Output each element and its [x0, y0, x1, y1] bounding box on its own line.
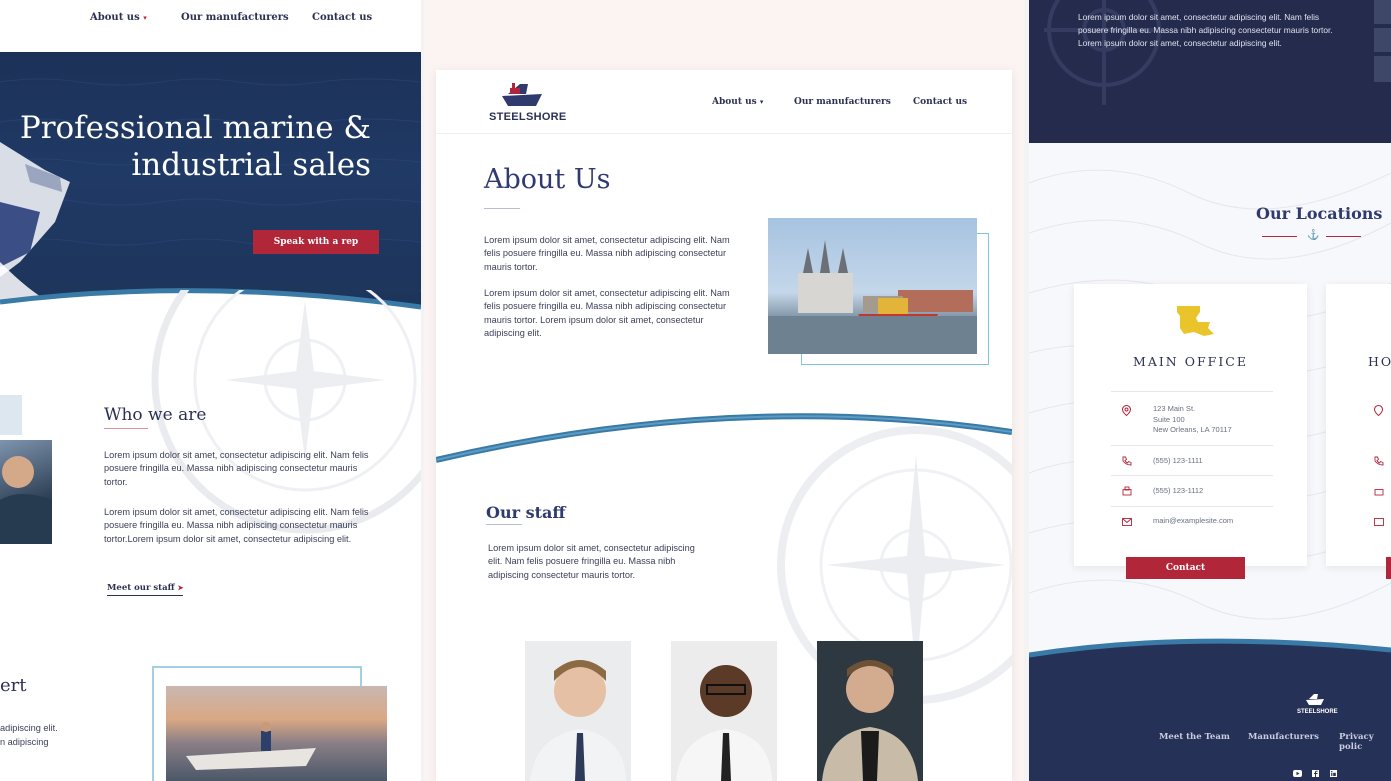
- footer-logo-text[interactable]: STEELSHORE: [1297, 709, 1338, 715]
- heading-underline: [484, 208, 520, 209]
- fax-icon: [1122, 486, 1132, 496]
- hero-title: Professional marine & industrial sales: [19, 110, 371, 183]
- footer-ship-logo-icon: [1306, 694, 1324, 705]
- header-divider: [436, 133, 1012, 134]
- phone-icon: [1122, 456, 1132, 466]
- staff-photo-3: [817, 641, 923, 781]
- about-paragraph-2: Lorem ipsum dolor sit amet, consectetur …: [484, 288, 730, 339]
- nav-about[interactable]: About us ▾: [712, 97, 763, 107]
- homepage-preview: About us ▾ Our manufacturers Contact us …: [0, 0, 421, 781]
- contact-button-cropped[interactable]: [1386, 557, 1391, 579]
- email-icon: [1122, 518, 1132, 526]
- expert-paragraph-line-1: adipiscing elit.: [0, 723, 58, 733]
- email-icon: [1374, 518, 1384, 526]
- thumbnail-3: [1374, 56, 1391, 82]
- main-office-title: MAIN OFFICE: [1133, 354, 1248, 369]
- heading-rule-left: [1262, 236, 1297, 237]
- about-us-heading: About Us: [484, 164, 611, 195]
- staff-photo-2: [671, 641, 777, 781]
- main-office-card: MAIN OFFICE 123 Main St. Suite 100 New O…: [1074, 284, 1307, 566]
- card-divider: [1111, 391, 1273, 392]
- nav-about[interactable]: About us ▾: [90, 12, 147, 23]
- our-locations-heading: Our Locations: [1256, 204, 1383, 223]
- heading-underline: [104, 428, 148, 429]
- fax-icon: [1374, 489, 1384, 496]
- who-we-are-heading: Who we are: [104, 405, 207, 425]
- footer-link-privacy[interactable]: Privacy polic: [1339, 732, 1391, 752]
- heading-underline: [486, 524, 522, 525]
- location-pin-icon: [1122, 405, 1131, 416]
- phone-icon: [1374, 456, 1384, 466]
- wave-divider: [436, 413, 1012, 463]
- hero-banner: Professional marine & industrial sales S…: [0, 52, 421, 322]
- about-paragraph-1: Lorem ipsum dolor sit amet, consectetur …: [484, 235, 730, 272]
- staff-photo-1: [525, 641, 631, 781]
- location-pin-icon: [1374, 405, 1383, 416]
- fishing-boat-photo: [166, 686, 387, 781]
- new-orleans-cathedral-photo: [768, 218, 977, 354]
- address: 123 Main St. Suite 100 New Orleans, LA 7…: [1153, 404, 1232, 434]
- speak-with-rep-button[interactable]: Speak with a rep: [253, 230, 379, 254]
- dark-header-section: Lorem ipsum dolor sit amet, consectetur …: [1029, 0, 1391, 143]
- phone-number[interactable]: (555) 123-1111: [1153, 456, 1203, 467]
- steelshore-ship-logo-icon: [502, 83, 542, 106]
- second-office-title: HO: [1368, 354, 1391, 369]
- linkedin-icon[interactable]: [1330, 770, 1337, 777]
- email-address[interactable]: main@examplesite.com: [1153, 516, 1233, 527]
- who-we-are-paragraph-2: Lorem ipsum dolor sit amet, consectetur …: [104, 507, 369, 544]
- card-divider: [1111, 475, 1273, 476]
- thumbnail-2: [1374, 28, 1391, 52]
- steelshore-logo-text[interactable]: STEELSHORE: [489, 111, 567, 123]
- about-page-preview: STEELSHORE About us ▾ Our manufacturers …: [424, 0, 1024, 781]
- facebook-icon[interactable]: [1312, 770, 1319, 777]
- footer-background: [1029, 638, 1391, 781]
- about-page-card: STEELSHORE About us ▾ Our manufacturers …: [436, 70, 1012, 781]
- thumbnail-1: [1374, 0, 1391, 24]
- louisiana-map-icon: [1177, 306, 1214, 336]
- contact-page-preview: Lorem ipsum dolor sit amet, consectetur …: [1029, 0, 1391, 781]
- nav-contact[interactable]: Contact us: [913, 97, 967, 107]
- our-staff-paragraph: Lorem ipsum dolor sit amet, consectetur …: [488, 543, 695, 580]
- nav-manufacturers[interactable]: Our manufacturers: [794, 97, 891, 107]
- expert-heading: ert: [0, 675, 27, 696]
- card-divider: [1111, 445, 1273, 446]
- ocean-texture: [0, 78, 421, 322]
- fax-number[interactable]: (555) 123-1112: [1153, 486, 1203, 497]
- photo-frame-decoration: [0, 395, 22, 435]
- nav-manufacturers[interactable]: Our manufacturers: [181, 12, 289, 23]
- header-paragraph: Lorem ipsum dolor sit amet, consectetur …: [1078, 12, 1333, 48]
- contact-button[interactable]: Contact: [1126, 557, 1245, 579]
- who-we-are-paragraph-1: Lorem ipsum dolor sit amet, consectetur …: [104, 450, 369, 487]
- meet-our-staff-link[interactable]: Meet our staff ➤: [107, 583, 184, 596]
- our-staff-heading: Our staff: [486, 503, 566, 522]
- card-divider: [1111, 506, 1273, 507]
- expert-paragraph-line-2: n adipiscing: [0, 737, 49, 747]
- arrow-right-icon: ➤: [177, 583, 184, 592]
- nav-contact[interactable]: Contact us: [312, 12, 372, 23]
- second-office-card: HO: [1326, 284, 1391, 566]
- heading-rule-right: [1326, 236, 1361, 237]
- footer-link-team[interactable]: Meet the Team: [1159, 732, 1230, 742]
- anchor-icon: ⚓: [1307, 230, 1320, 241]
- youtube-icon[interactable]: [1293, 770, 1302, 777]
- staff-photo: [0, 440, 52, 544]
- footer-link-manufacturers[interactable]: Manufacturers: [1248, 732, 1319, 742]
